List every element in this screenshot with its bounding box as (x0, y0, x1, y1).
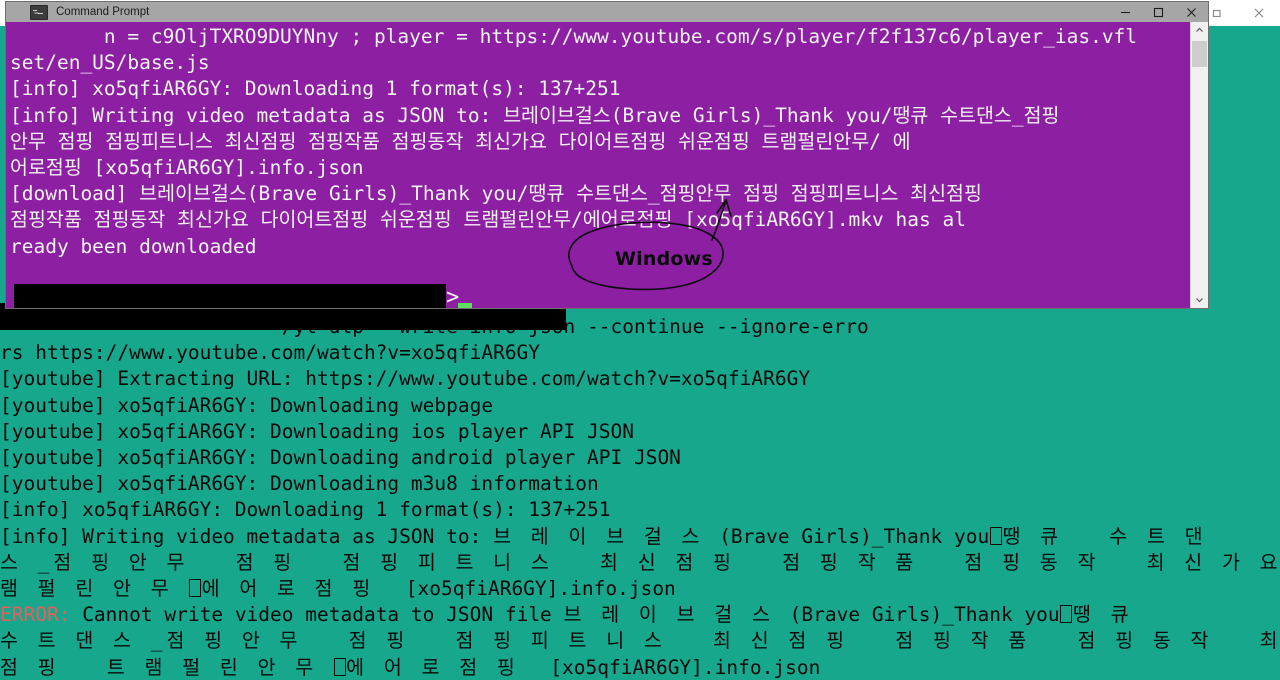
console-line: ready been downloaded (10, 234, 1190, 260)
command-prompt-window-controls (1109, 2, 1208, 22)
console-text: [youtube] xo5qfiAR6GY: Downloading andro… (0, 446, 681, 469)
console-text: [info] xo5qfiAR6GY: Downloading 1 format… (0, 498, 611, 522)
console-text: rs https://www.youtube.com/watch?v=xo5qf… (0, 341, 541, 365)
scrollbar-thumb[interactable] (1192, 41, 1207, 67)
console-text: 에 어 로 점 핑 (346, 655, 551, 679)
maximize-icon[interactable] (1142, 2, 1175, 22)
terminal-line: 수 트 댄 스 _점 핑 안 무 점 핑 점 핑 피 트 니 스 최 신 점 핑… (0, 628, 1280, 654)
chevron-up-icon[interactable] (1191, 22, 1208, 39)
console-icon (30, 4, 48, 20)
console-text: [info] Writing video metadata as JSON to… (0, 524, 494, 548)
console-text: set/en_US/base.js (10, 51, 210, 75)
console-line: [info] xo5qfiAR6GY: Downloading 1 format… (10, 76, 1190, 102)
terminal-line: [youtube] xo5qfiAR6GY: Downloading andro… (0, 445, 1280, 471)
console-text: (Brave Girls)_Thank you (719, 524, 990, 548)
terminal-line: [info] Writing video metadata as JSON to… (0, 524, 1280, 550)
console-line: [download] 브레이브걸스(Brave Girls)_Thank you… (10, 181, 1190, 207)
console-scrollbar[interactable] (1190, 22, 1208, 308)
console-text: [youtube] Extracting URL: https://www.yo… (0, 367, 811, 391)
console-text: [info] Writing video metadata as JSON to… (10, 103, 1060, 127)
console-text: 에 어 로 점 핑 (201, 576, 406, 600)
console-text: [xo5qfiAR6GY].info.json (405, 576, 676, 600)
missing-glyph-box (188, 579, 202, 597)
console-text: [download] 브레이브걸스(Brave Girls)_Thank you… (10, 182, 982, 206)
missing-glyph-box (989, 526, 1002, 545)
terminal-line: [youtube] Extracting URL: https://www.yo… (0, 366, 1280, 392)
terminal-line: ERROR: Cannot write video metadata to JS… (0, 602, 1280, 628)
terminal-line: 스 _점 핑 안 무 점 핑 점 핑 피 트 니 스 최 신 점 핑 점 핑 작… (0, 550, 1280, 576)
console-text: 브 레 이 브 걸 스 (493, 524, 720, 548)
console-text: 브 레 이 브 걸 스 (563, 603, 790, 627)
minimize-icon[interactable] (1109, 2, 1142, 22)
console-text: [info] xo5qfiAR6GY: Downloading 1 format… (10, 77, 621, 101)
screen-root: 트 댄 핑 트 앵 큐 쉬 운 (0, 0, 1280, 680)
terminal-line: [youtube] xo5qfiAR6GY: Downloading m3u8 … (0, 471, 1280, 497)
console-text: 점 핑 트 램 펄 린 안 무 (0, 655, 333, 679)
console-text: [youtube] xo5qfiAR6GY: Downloading webpa… (0, 393, 494, 417)
text-cursor (458, 303, 472, 308)
console-line: [info] Writing video metadata as JSON to… (10, 103, 1190, 129)
console-text: 점핑작품 점핑동작 최신가요 다이어트점핑 쉬운점핑 트램펄린안무/에어로점핑 … (10, 208, 966, 232)
redacted-prompt-bar (14, 284, 446, 308)
console-text: 어로점핑 [xo5qfiAR6GY].info.json (10, 155, 364, 179)
console-line: 점핑작품 점핑동작 최신가요 다이어트점핑 쉬운점핑 트램펄린안무/에어로점핑 … (10, 207, 1190, 233)
console-line: n = c9OljTXRO9DUYNny ; player = https://… (10, 24, 1190, 50)
console-text: 수 트 댄 스 _점 핑 안 무 점 핑 점 핑 피 트 니 스 최 신 점 핑… (0, 629, 1280, 653)
missing-glyph-box (1060, 605, 1073, 624)
terminal-line: 점 핑 트 램 펄 린 안 무 에 어 로 점 핑 [xo5qfiAR6GY].… (0, 655, 1280, 680)
console-text: ready been downloaded (10, 234, 257, 258)
close-icon[interactable] (1175, 2, 1208, 22)
console-text: [xo5qfiAR6GY].info.json (550, 655, 821, 679)
console-text: [youtube] xo5qfiAR6GY: Downloading m3u8 … (0, 472, 599, 496)
console-text: 스 _점 핑 안 무 점 핑 점 핑 피 트 니 스 최 신 점 핑 점 핑 작… (0, 550, 1280, 574)
window-title: Command Prompt (56, 6, 150, 18)
command-prompt-window[interactable]: Command Prompt n = c9OljTXRO9DUYNny ; pl… (6, 2, 1208, 308)
terminal-line: [youtube] xo5qfiAR6GY: Downloading webpa… (0, 393, 1280, 419)
chevron-down-icon[interactable] (1191, 291, 1208, 308)
console-text: 땡 큐 수 트 댄 (1002, 524, 1207, 548)
console-text: 램 펄 린 안 무 (0, 576, 189, 600)
terminal-line: [youtube] xo5qfiAR6GY: Downloading ios p… (0, 419, 1280, 445)
terminal-line: 램 펄 린 안 무 에 어 로 점 핑 [xo5qfiAR6GY].info.j… (0, 576, 1280, 602)
command-prompt-titlebar[interactable]: Command Prompt (6, 2, 1208, 22)
console-line: 안무 점핑 점핑피트니스 최신점핑 점핑작품 점핑동작 최신가요 다이어트점핑 … (10, 129, 1190, 155)
missing-glyph-box (333, 657, 346, 676)
command-prompt-body[interactable]: n = c9OljTXRO9DUYNny ; player = https://… (6, 22, 1208, 308)
command-prompt-output[interactable]: n = c9OljTXRO9DUYNny ; player = https://… (10, 24, 1190, 308)
console-text: [youtube] xo5qfiAR6GY: Downloading ios p… (0, 419, 634, 443)
console-line: set/en_US/base.js (10, 50, 1190, 76)
close-icon[interactable] (1238, 0, 1280, 26)
error-label: ERROR: (0, 603, 71, 627)
console-line: 어로점핑 [xo5qfiAR6GY].info.json (10, 155, 1190, 181)
terminal-line: [info] xo5qfiAR6GY: Downloading 1 format… (0, 497, 1280, 523)
console-text: 안무 점핑 점핑피트니스 최신점핑 점핑작품 점핑동작 최신가요 다이어트점핑 … (10, 129, 911, 153)
terminal-line: rs https://www.youtube.com/watch?v=xo5qf… (0, 340, 1280, 366)
console-text: n = c9OljTXRO9DUYNny ; player = https://… (10, 25, 1138, 48)
console-text: 땡 큐 (1072, 603, 1133, 627)
console-text: Cannot write video metadata to JSON file (70, 603, 564, 627)
console-text: (Brave Girls)_Thank you (789, 603, 1060, 627)
